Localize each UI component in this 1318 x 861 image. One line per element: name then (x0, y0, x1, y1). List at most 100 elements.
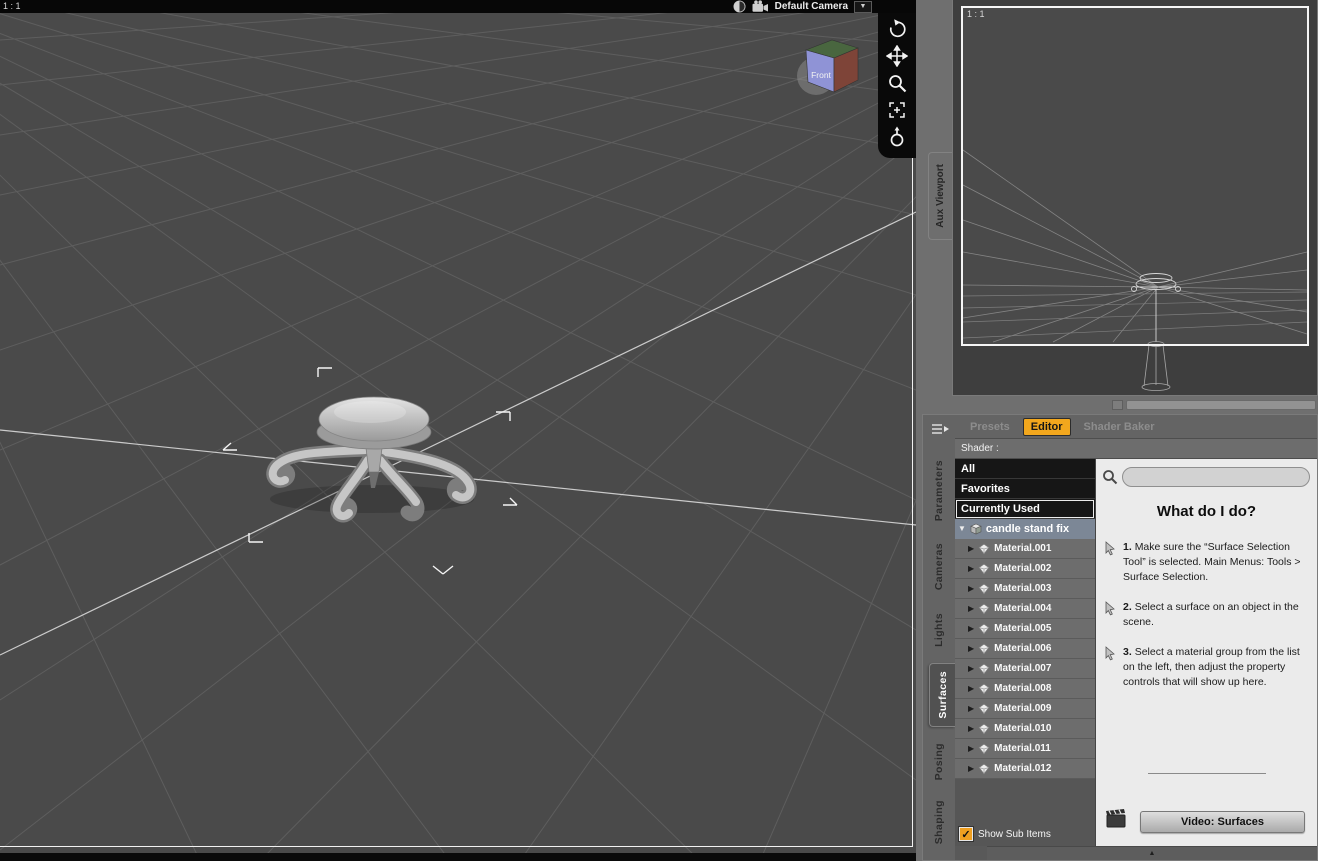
collapse-up-icon[interactable]: ▲ (1149, 850, 1156, 857)
material-row[interactable]: ▶ Material.011 (955, 739, 1095, 759)
tab-editor[interactable]: Editor (1022, 417, 1071, 436)
material-diamond-icon (978, 583, 990, 594)
side-tab-label: Parameters (933, 460, 945, 522)
candle-stand-object[interactable] (266, 396, 477, 523)
expand-closed-icon[interactable]: ▶ (968, 584, 974, 593)
side-tab-cameras[interactable]: Cameras (926, 537, 952, 597)
expand-closed-icon[interactable]: ▶ (968, 624, 974, 633)
surface-tool-icon (1102, 645, 1118, 690)
video-surfaces-button[interactable]: Video: Surfaces (1140, 810, 1305, 833)
side-tab-posing[interactable]: Posing (926, 737, 952, 787)
filter-currently-used[interactable]: Currently Used (955, 499, 1095, 519)
material-row[interactable]: ▶ Material.002 (955, 559, 1095, 579)
help-bottom-row: Video: Surfaces (1106, 809, 1305, 834)
aspect-ratio-label: 1 : 1 (3, 1, 21, 11)
tree-root-item[interactable]: ▼ candle stand fix (955, 519, 1095, 539)
material-row[interactable]: ▶ Material.001 (955, 539, 1095, 559)
aux-viewport-tab[interactable]: Aux Viewport (928, 152, 952, 240)
viewport-toolbar: ≡ (878, 0, 916, 158)
material-row[interactable]: ▶ Material.004 (955, 599, 1095, 619)
expand-closed-icon[interactable]: ▶ (968, 644, 974, 653)
tab-presets[interactable]: Presets (963, 419, 1017, 435)
expand-closed-icon[interactable]: ▶ (968, 564, 974, 573)
material-diamond-icon (978, 543, 990, 554)
material-label: Material.009 (994, 703, 1052, 714)
expand-closed-icon[interactable]: ▶ (968, 684, 974, 693)
surfaces-panel: Parameters Cameras Lights Surfaces Posin… (922, 414, 1318, 861)
side-tab-shaping[interactable]: Shaping (926, 795, 952, 849)
material-diamond-icon (978, 603, 990, 614)
expand-closed-icon[interactable]: ▶ (968, 664, 974, 673)
material-label: Material.012 (994, 763, 1052, 774)
tab-shader-baker[interactable]: Shader Baker (1077, 419, 1162, 435)
daz-studio-window: 1 : 1 Default Camera ▼ ≡ (0, 0, 1318, 861)
side-tab-label: Shaping (933, 799, 945, 845)
surfaces-tab-bar: Presets Editor Shader Baker (955, 415, 1317, 439)
chevron-down-icon: ▼ (859, 3, 867, 10)
material-row[interactable]: ▶ Material.012 (955, 759, 1095, 779)
filter-favorites[interactable]: Favorites (955, 479, 1095, 499)
expand-closed-icon[interactable]: ▶ (968, 544, 974, 553)
material-label: Material.005 (994, 623, 1052, 634)
pan-icon (886, 44, 908, 67)
tree-root-label: candle stand fix (985, 523, 1070, 535)
camera-dropdown-button[interactable]: ▼ (854, 0, 872, 13)
expand-closed-icon[interactable]: ▶ (968, 724, 974, 733)
view-cube[interactable]: Front (792, 30, 872, 107)
show-sub-items-checkbox[interactable]: ✓ (958, 826, 974, 842)
material-label: Material.008 (994, 683, 1052, 694)
material-row[interactable]: ▶ Material.009 (955, 699, 1095, 719)
expand-closed-icon[interactable]: ▶ (968, 604, 974, 613)
pan-tool-button[interactable] (882, 42, 912, 69)
clapperboard-icon[interactable] (1106, 809, 1128, 834)
expand-closed-icon[interactable]: ▶ (968, 744, 974, 753)
panel-divider (922, 396, 1318, 414)
scrollbar-thumb[interactable] (1126, 400, 1316, 410)
material-row[interactable]: ▶ Material.006 (955, 639, 1095, 659)
material-label: Material.003 (994, 583, 1052, 594)
aux-aspect-ratio-label: 1 : 1 (967, 9, 985, 19)
material-diamond-icon (978, 683, 990, 694)
material-diamond-icon (978, 663, 990, 674)
surface-help-pane: What do I do? 1. Make sure the “Surface … (1096, 459, 1317, 846)
material-list: All Favorites Currently Used ▼ candle st… (955, 459, 1096, 846)
search-row (1096, 465, 1317, 489)
aim-camera-button[interactable] (882, 123, 912, 150)
material-label: Material.007 (994, 663, 1052, 674)
side-tab-parameters[interactable]: Parameters (926, 455, 952, 527)
panel-bottom-strip: ▲ (987, 846, 1317, 860)
zoom-icon (889, 74, 907, 92)
help-title: What do I do? (1156, 503, 1257, 520)
material-row[interactable]: ▶ Material.003 (955, 579, 1095, 599)
expand-open-icon[interactable]: ▼ (958, 525, 966, 533)
viewport-bottom-bar (0, 853, 916, 861)
zoom-tool-button[interactable] (882, 69, 912, 96)
side-tab-lights[interactable]: Lights (926, 607, 952, 653)
material-row[interactable]: ▶ Material.005 (955, 619, 1095, 639)
material-row[interactable]: ▶ Material.010 (955, 719, 1095, 739)
side-tab-surfaces[interactable]: Surfaces (929, 663, 955, 727)
material-row[interactable]: ▶ Material.007 (955, 659, 1095, 679)
panel-options-button[interactable] (928, 420, 952, 438)
expand-closed-icon[interactable]: ▶ (968, 764, 974, 773)
side-tab-label: Cameras (933, 543, 945, 591)
material-label: Material.002 (994, 563, 1052, 574)
filter-label: All (961, 462, 976, 475)
scrollbar-button[interactable] (1112, 400, 1123, 410)
frame-tool-button[interactable] (882, 96, 912, 123)
camera-selector[interactable]: Default Camera ▼ (733, 0, 872, 13)
aux-viewport-panel[interactable]: 1 : 1 (952, 0, 1318, 396)
orbit-icon (889, 18, 906, 37)
main-viewport-canvas[interactable]: 1 : 1 Default Camera ▼ ≡ (0, 0, 916, 861)
material-row[interactable]: ▶ Material.008 (955, 679, 1095, 699)
aux-viewport-tab-label: Aux Viewport (935, 164, 946, 228)
shader-label: Shader : (955, 439, 1317, 459)
surface-search-input[interactable] (1122, 467, 1310, 487)
expand-closed-icon[interactable]: ▶ (968, 704, 974, 713)
filter-all[interactable]: All (955, 459, 1095, 479)
material-diamond-icon (978, 643, 990, 654)
material-label: Material.001 (994, 543, 1052, 554)
view-cube-front-label: Front (811, 70, 831, 80)
material-diamond-icon (978, 703, 990, 714)
orbit-tool-button[interactable] (882, 15, 912, 42)
